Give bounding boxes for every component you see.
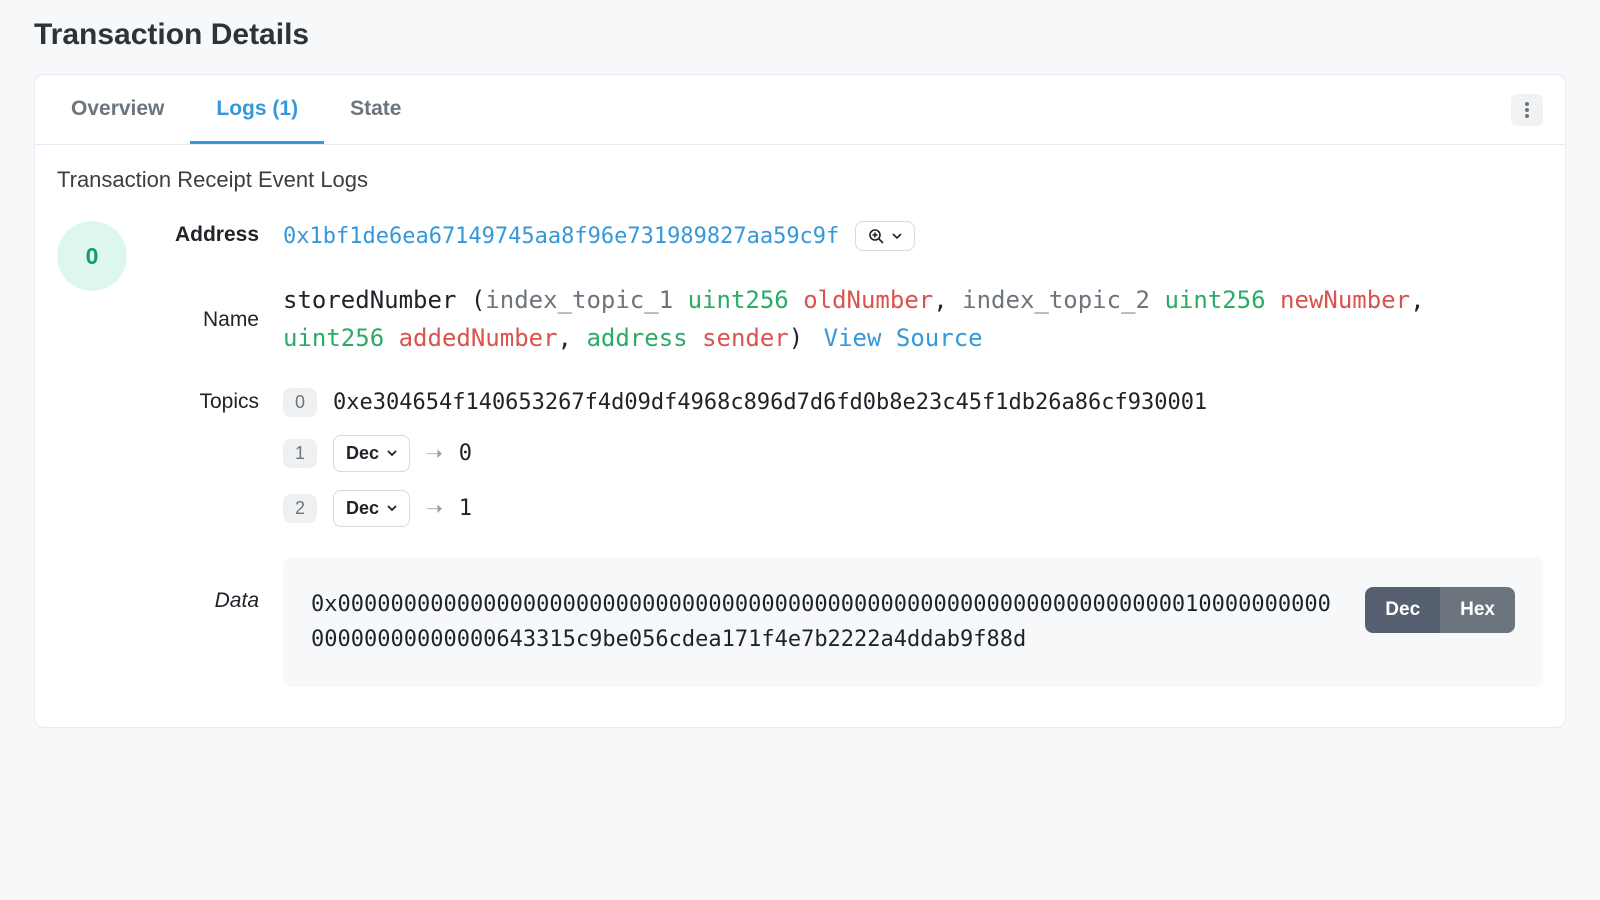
topics-list: 0 0xe304654f140653267f4d09df4968c896d7d6… <box>283 388 1543 527</box>
arrow-right-icon: ➝ <box>426 496 443 521</box>
data-toggle-hex[interactable]: Hex <box>1440 587 1515 633</box>
more-menu-button[interactable] <box>1511 94 1543 126</box>
chevron-down-icon <box>387 448 397 458</box>
label-data: Data <box>149 557 259 687</box>
view-source-link[interactable]: View Source <box>824 324 983 352</box>
tab-overview[interactable]: Overview <box>57 75 190 144</box>
chevron-down-icon <box>892 231 902 241</box>
topic-format-select[interactable]: Dec <box>333 490 410 527</box>
chevron-down-icon <box>387 503 397 513</box>
event-signature: storedNumber (index_topic_1 uint256 oldN… <box>283 281 1463 358</box>
log-entry: 0 Address 0x1bf1de6ea67149745aa8f96e7319… <box>57 221 1543 687</box>
page-title: Transaction Details <box>34 18 1566 52</box>
label-address: Address <box>149 221 259 251</box>
arrow-right-icon: ➝ <box>426 441 443 466</box>
topic-index: 0 <box>283 388 317 417</box>
log-index-badge: 0 <box>57 221 127 291</box>
kebab-icon <box>1525 102 1529 118</box>
topic-value: 0xe304654f140653267f4d09df4968c896d7d6fd… <box>333 390 1207 415</box>
data-format-toggle: Dec Hex <box>1365 587 1515 633</box>
section-heading: Transaction Receipt Event Logs <box>57 167 1543 193</box>
search-plus-icon <box>868 228 884 244</box>
label-name: Name <box>149 306 259 332</box>
topic-row-2: 2 Dec ➝ 1 <box>283 490 1543 527</box>
topic-decoded-value: 1 <box>459 496 472 521</box>
label-topics: Topics <box>149 388 259 527</box>
details-card: Overview Logs (1) State Transaction Rece… <box>34 74 1566 728</box>
address-match-dropdown[interactable] <box>855 221 915 251</box>
tab-logs[interactable]: Logs (1) <box>190 75 324 144</box>
log-data-block: 0x00000000000000000000000000000000000000… <box>283 557 1543 687</box>
topic-index: 1 <box>283 439 317 468</box>
tabs: Overview Logs (1) State <box>35 75 1565 145</box>
topic-index: 2 <box>283 494 317 523</box>
topic-row-0: 0 0xe304654f140653267f4d09df4968c896d7d6… <box>283 388 1543 417</box>
topic-format-select[interactable]: Dec <box>333 435 410 472</box>
data-toggle-dec[interactable]: Dec <box>1365 587 1440 633</box>
log-data-value: 0x00000000000000000000000000000000000000… <box>311 587 1341 657</box>
tab-state[interactable]: State <box>324 75 427 144</box>
sig-fn: storedNumber <box>283 286 456 314</box>
contract-address-link[interactable]: 0x1bf1de6ea67149745aa8f96e731989827aa59c… <box>283 224 839 249</box>
topic-row-1: 1 Dec ➝ 0 <box>283 435 1543 472</box>
topic-decoded-value: 0 <box>459 441 472 466</box>
